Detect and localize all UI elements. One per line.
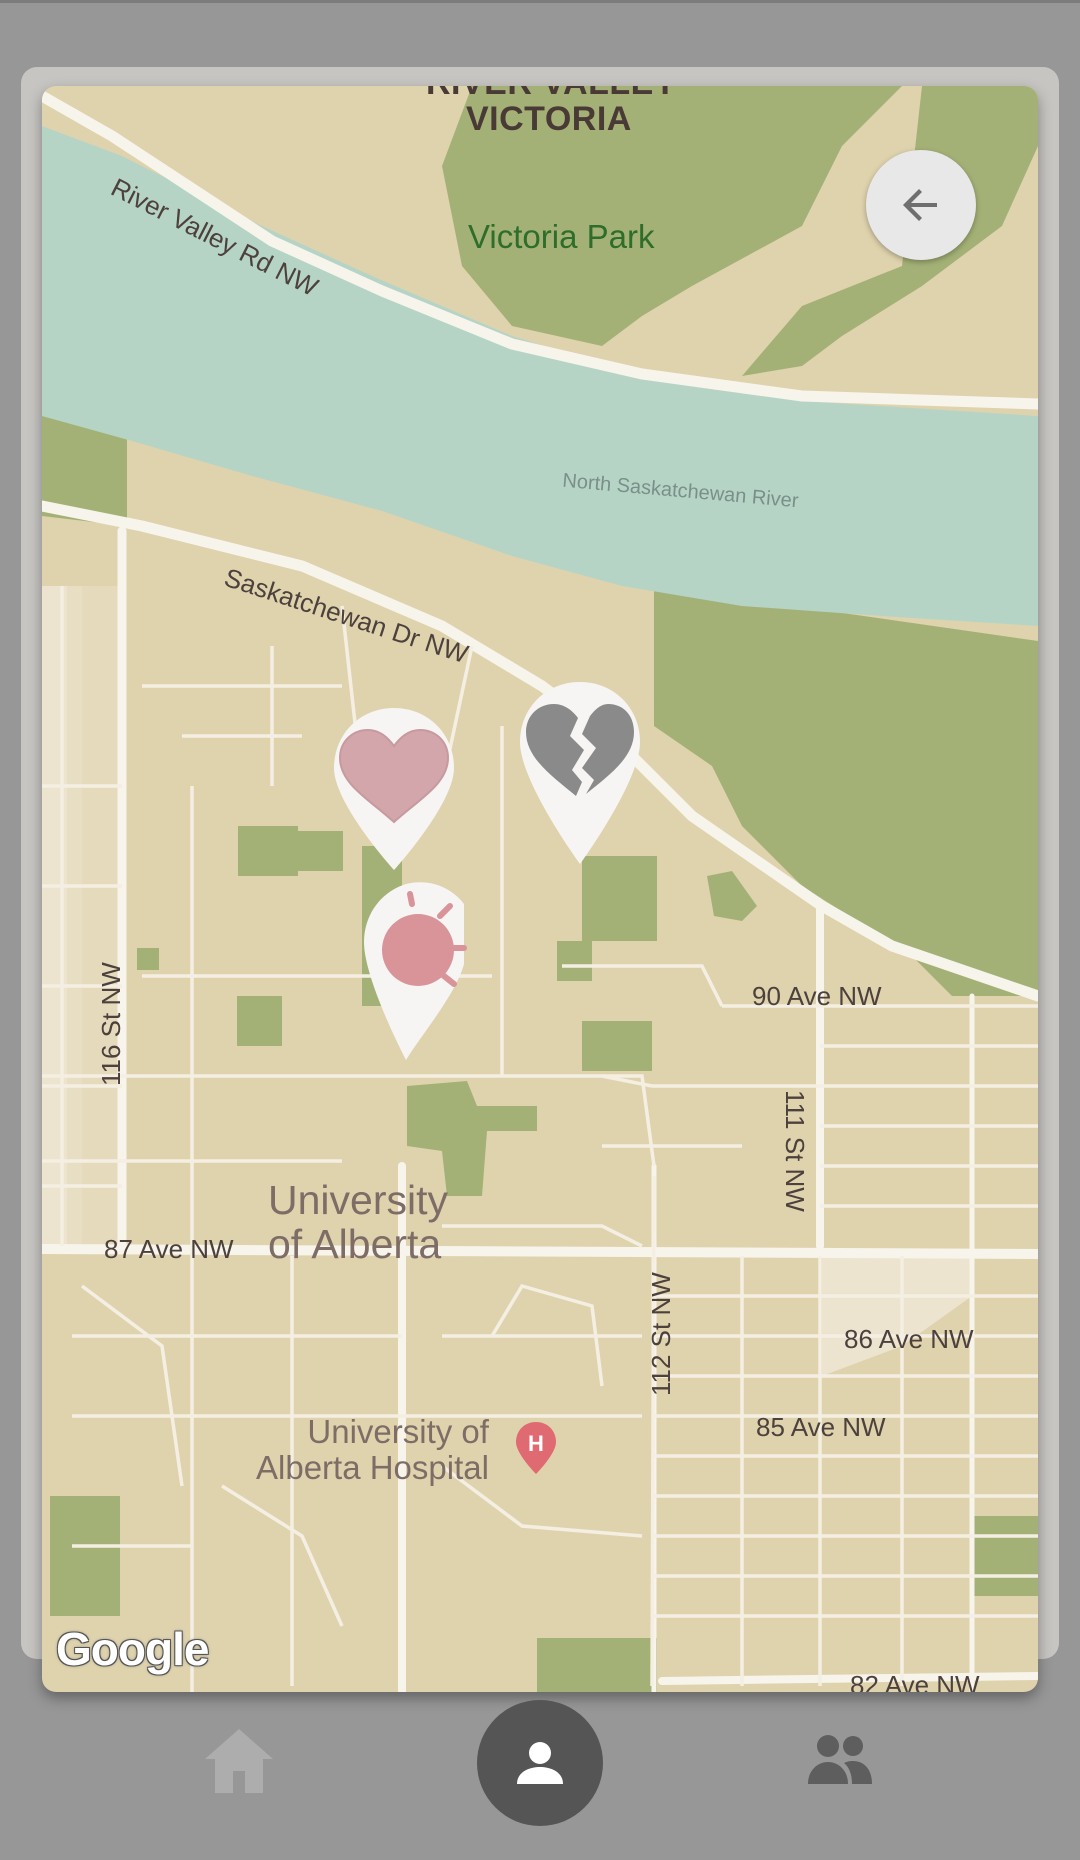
profile-nav-button[interactable] [477,1700,603,1826]
hospital-marker-letter: H [528,1431,544,1456]
broken-heart-pin[interactable] [516,678,644,868]
avenue-label-90: 90 Ave NW [752,981,882,1011]
campus-label-line2: of Alberta [268,1221,442,1267]
campus-label-line1: University [268,1177,448,1223]
avenue-label-86: 86 Ave NW [844,1324,974,1354]
back-button[interactable] [866,150,976,260]
avenue-label-82: 82 Ave NW [850,1670,980,1692]
google-attribution: Google [56,1623,209,1675]
heart-pin[interactable] [330,704,458,874]
park-label: Victoria Park [468,218,655,255]
hospital-label-line2: Alberta Hospital [256,1449,489,1486]
street-label-111: 111 St NW [780,1090,810,1212]
home-icon[interactable] [203,1725,275,1797]
hospital-label-line1: University of [307,1413,489,1450]
district-label: VICTORIA [466,100,632,138]
avenue-label-85: 85 Ave NW [756,1412,886,1442]
status-bar-edge [0,0,1080,3]
hospital-label: University of Alberta Hospital [256,1414,489,1486]
person-icon [517,1742,563,1784]
sun-pin[interactable] [360,864,488,1064]
group-icon[interactable] [808,1730,872,1790]
street-label-112: 112 St NW [646,1272,676,1396]
avenue-label-87: 87 Ave NW [104,1234,234,1264]
campus-label: University of Alberta [268,1178,448,1266]
hospital-marker-icon[interactable]: H [513,1420,559,1476]
street-label-116: 116 St NW [96,962,126,1086]
map-view[interactable]: RIVER VALLEY VICTORIA Victoria Park Nort… [42,86,1038,1692]
arrow-left-icon [903,189,937,221]
bottom-nav [0,1700,1080,1860]
